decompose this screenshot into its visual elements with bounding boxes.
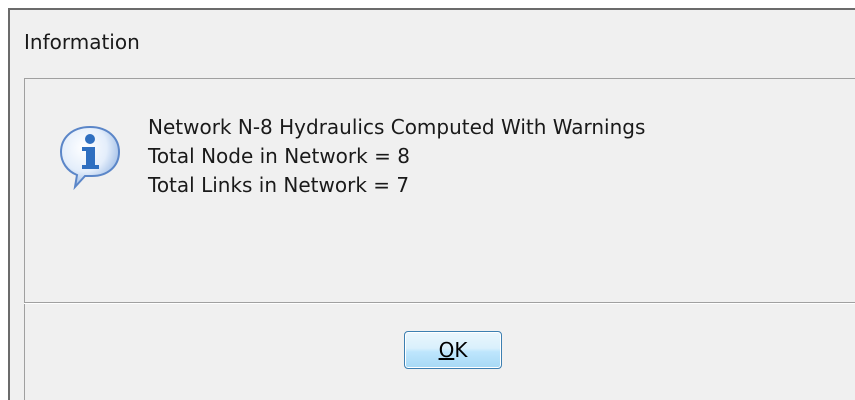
information-dialog: Information Network N-8 Hydraulics Compu… bbox=[8, 8, 855, 400]
message-line-links: Total Links in Network = 7 bbox=[148, 173, 410, 197]
dialog-content: Network N-8 Hydraulics Computed With War… bbox=[24, 78, 855, 302]
information-icon bbox=[59, 125, 121, 191]
message-line-computed: Network N-8 Hydraulics Computed With War… bbox=[148, 115, 646, 139]
ok-button-mnemonic: O bbox=[438, 338, 455, 362]
ok-button-label-rest: K bbox=[454, 338, 468, 362]
dialog-footer: OK bbox=[24, 304, 855, 400]
dialog-title: Information bbox=[24, 30, 140, 54]
message-line-nodes: Total Node in Network = 8 bbox=[148, 144, 410, 168]
dialog-titlebar[interactable]: Information bbox=[10, 10, 855, 78]
message-text: Network N-8 Hydraulics Computed With War… bbox=[148, 113, 645, 200]
ok-button[interactable]: OK bbox=[404, 331, 502, 369]
